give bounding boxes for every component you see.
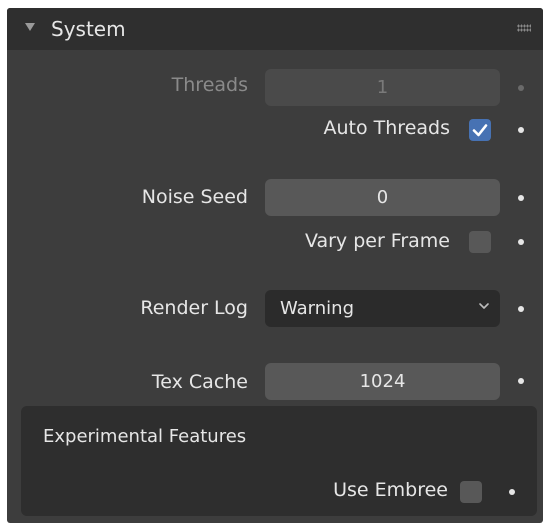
system-panel-header[interactable]: System	[7, 8, 543, 50]
triangle-down-icon[interactable]	[25, 23, 35, 31]
use-embree-checkbox[interactable]	[460, 481, 482, 503]
use-embree-keyframe-dot[interactable]	[509, 489, 515, 495]
chevron-down-icon	[479, 303, 489, 309]
use-embree-label: Use Embree	[333, 479, 448, 501]
panel-title: System	[51, 17, 126, 41]
render-log-value: Warning	[280, 298, 355, 319]
auto-threads-label: Auto Threads	[323, 117, 451, 139]
render-log-keyframe-dot[interactable]	[518, 306, 524, 312]
noise-seed-field[interactable]: 0	[265, 179, 500, 216]
render-log-dropdown[interactable]: Warning	[265, 290, 500, 327]
vary-per-frame-keyframe-dot[interactable]	[518, 239, 524, 245]
experimental-features-title: Experimental Features	[43, 426, 247, 447]
auto-threads-checkbox[interactable]	[469, 119, 491, 141]
tex-cache-keyframe-dot[interactable]	[518, 378, 524, 384]
threads-label: Threads	[171, 74, 248, 96]
noise-seed-keyframe-dot[interactable]	[518, 195, 524, 201]
tex-cache-field[interactable]: 1024	[265, 363, 500, 400]
tex-cache-label: Tex Cache	[151, 371, 248, 393]
drag-handle-icon[interactable]	[517, 24, 531, 32]
vary-per-frame-checkbox[interactable]	[469, 231, 491, 253]
render-log-label: Render Log	[140, 297, 248, 319]
threads-keyframe-dot[interactable]	[518, 85, 524, 91]
vary-per-frame-label: Vary per Frame	[304, 230, 450, 252]
threads-field[interactable]: 1	[265, 69, 500, 106]
checkmark-icon	[472, 124, 488, 137]
system-panel: System Threads 1 Auto Threads Noise Seed…	[7, 8, 543, 523]
auto-threads-keyframe-dot[interactable]	[518, 127, 524, 133]
properties-editor: System Threads 1 Auto Threads Noise Seed…	[0, 0, 549, 529]
noise-seed-label: Noise Seed	[141, 186, 248, 208]
experimental-features-subpanel: Experimental Features Use Embree	[21, 406, 537, 516]
